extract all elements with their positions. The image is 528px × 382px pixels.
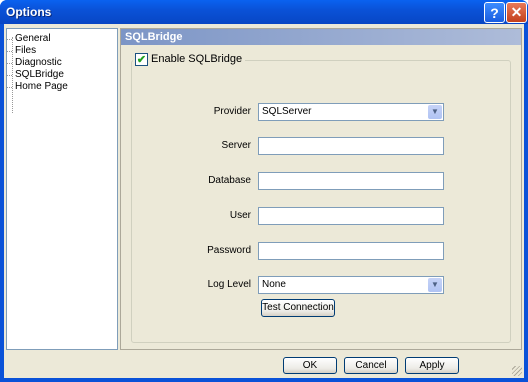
test-connection-button[interactable]: Test Connection — [261, 299, 335, 317]
panel-title: SQLBridge — [121, 29, 521, 45]
close-icon: ✕ — [510, 4, 523, 20]
enable-sqlbridge-label: Enable SQLBridge — [151, 53, 243, 65]
tree-item-sqlbridge[interactable]: SQLBridge — [7, 69, 66, 81]
help-button[interactable]: ? — [484, 2, 505, 23]
close-button[interactable]: ✕ — [506, 2, 527, 23]
provider-select[interactable]: SQLServer ▼ — [258, 103, 444, 121]
window-title: Options — [6, 5, 52, 19]
help-icon: ? — [490, 4, 499, 21]
server-label: Server — [221, 140, 251, 151]
check-icon[interactable]: ✔ — [135, 52, 148, 66]
enable-sqlbridge-checkbox[interactable]: ✔ Enable SQLBridge — [133, 52, 246, 66]
log-level-select[interactable]: None ▼ — [258, 276, 444, 294]
log-level-label: Log Level — [207, 279, 251, 290]
sqlbridge-panel: SQLBridge ✔ Enable SQLBridge Provider SQ… — [120, 28, 522, 350]
provider-label: Provider — [213, 106, 251, 117]
options-window: Options ? ✕ General Files Diagnostic SQL… — [0, 0, 528, 382]
options-tree[interactable]: General Files Diagnostic SQLBridge Home … — [6, 28, 118, 350]
server-input[interactable] — [258, 137, 444, 155]
apply-button[interactable]: Apply — [405, 357, 459, 374]
title-bar[interactable]: Options ? ✕ — [0, 0, 528, 24]
dialog-body: General Files Diagnostic SQLBridge Home … — [4, 24, 524, 378]
tree-item-home-page[interactable]: Home Page — [7, 81, 70, 93]
chevron-down-icon[interactable]: ▼ — [428, 105, 442, 119]
ok-button[interactable]: OK — [283, 357, 337, 374]
log-level-value: None — [262, 279, 286, 290]
chevron-down-icon[interactable]: ▼ — [428, 278, 442, 292]
provider-value: SQLServer — [262, 106, 312, 117]
user-input[interactable] — [258, 207, 444, 225]
database-label: Database — [208, 175, 251, 186]
password-input[interactable] — [258, 242, 444, 260]
tree-item-diagnostic[interactable]: Diagnostic — [7, 57, 64, 69]
database-input[interactable] — [258, 172, 444, 190]
cancel-button[interactable]: Cancel — [344, 357, 398, 374]
password-label: Password — [207, 245, 251, 256]
tree-item-files[interactable]: Files — [6, 45, 38, 57]
tree-item-general[interactable]: General — [7, 33, 53, 45]
resize-grip[interactable] — [512, 366, 522, 376]
user-label: User — [229, 210, 251, 221]
